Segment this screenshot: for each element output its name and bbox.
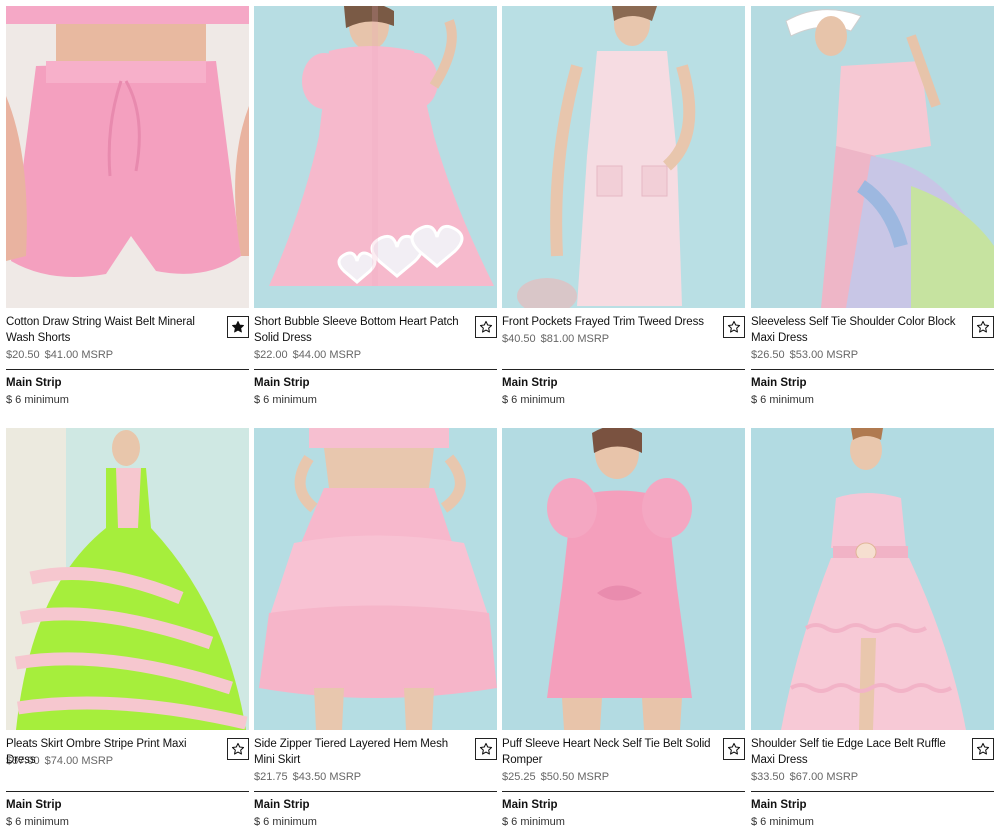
product-title[interactable]: Short Bubble Sleeve Bottom Heart Patch S… [254, 314, 466, 346]
product-title[interactable]: Shoulder Self tie Edge Lace Belt Ruffle … [751, 736, 963, 768]
favorite-button[interactable] [227, 738, 249, 760]
divider [254, 369, 497, 370]
star-outline-icon [479, 742, 493, 755]
product-card[interactable]: Pleats Skirt Ombre Stripe Print Maxi Dre… [6, 428, 249, 829]
product-info: Side Zipper Tiered Layered Hem Mesh Mini… [254, 730, 497, 829]
price-line: $33.50 $67.00 MSRP [751, 770, 994, 784]
vendor-name[interactable]: Main Strip [6, 798, 249, 812]
vendor-minimum: $ 6 minimum [502, 394, 565, 406]
vendor-name[interactable]: Main Strip [502, 376, 745, 390]
divider [502, 791, 745, 792]
stripe-maxi-photo[interactable] [6, 428, 249, 730]
msrp-price: $50.50 MSRP [540, 771, 610, 783]
pink-heart-dress-photo[interactable] [254, 6, 497, 308]
star-outline-icon [976, 742, 990, 755]
price-line: $25.25 $50.50 MSRP [502, 770, 745, 784]
favorite-button[interactable] [475, 738, 497, 760]
star-filled-icon [232, 321, 244, 333]
product-card[interactable]: Front Pockets Frayed Trim Tweed Dress $4… [502, 6, 745, 407]
favorite-button[interactable] [972, 316, 994, 338]
product-grid: Cotton Draw String Waist Belt Mineral Wa… [0, 0, 998, 835]
product-title[interactable]: Pleats Skirt Ombre Stripe Print Maxi Dre… [6, 736, 218, 768]
wholesale-price: $22.00 [254, 349, 288, 361]
star-outline-icon [727, 320, 741, 333]
vendor-minimum: $ 6 minimum [254, 394, 317, 406]
msrp-price: $44.00 MSRP [292, 349, 362, 361]
vendor-minimum: $ 6 minimum [751, 394, 814, 406]
favorite-button[interactable] [723, 738, 745, 760]
price-line: $26.50 $53.00 MSRP [751, 348, 994, 362]
msrp-price: $53.00 MSRP [789, 349, 859, 361]
vendor-name[interactable]: Main Strip [6, 376, 249, 390]
vendor-name[interactable]: Main Strip [254, 376, 497, 390]
product-card[interactable]: Cotton Draw String Waist Belt Mineral Wa… [6, 6, 249, 407]
divider [502, 369, 745, 370]
product-info: Shoulder Self tie Edge Lace Belt Ruffle … [751, 730, 994, 829]
product-info: Short Bubble Sleeve Bottom Heart Patch S… [254, 308, 497, 407]
vendor-name[interactable]: Main Strip [254, 798, 497, 812]
product-info: Cotton Draw String Waist Belt Mineral Wa… [6, 308, 249, 407]
star-outline-icon [231, 742, 245, 755]
tulle-skirt-photo[interactable] [254, 428, 497, 730]
price-line: $21.75 $43.50 MSRP [254, 770, 497, 784]
vendor-minimum: $ 6 minimum [6, 816, 69, 828]
color-block-maxi-photo[interactable] [751, 6, 994, 308]
vendor-minimum: $ 6 minimum [751, 816, 814, 828]
product-title[interactable]: Front Pockets Frayed Trim Tweed Dress [502, 314, 714, 330]
product-card[interactable]: Short Bubble Sleeve Bottom Heart Patch S… [254, 6, 497, 407]
wholesale-price: $26.50 [751, 349, 785, 361]
favorite-button[interactable] [227, 316, 249, 338]
product-title[interactable]: Cotton Draw String Waist Belt Mineral Wa… [6, 314, 218, 346]
vendor-minimum: $ 6 minimum [502, 816, 565, 828]
vendor-name[interactable]: Main Strip [751, 798, 994, 812]
divider [6, 369, 249, 370]
product-title[interactable]: Side Zipper Tiered Layered Hem Mesh Mini… [254, 736, 466, 768]
product-card[interactable]: Side Zipper Tiered Layered Hem Mesh Mini… [254, 428, 497, 829]
star-outline-icon [479, 320, 493, 333]
product-info: Pleats Skirt Ombre Stripe Print Maxi Dre… [6, 730, 249, 829]
vendor-minimum: $ 6 minimum [6, 394, 69, 406]
product-info: Sleeveless Self Tie Shoulder Color Block… [751, 308, 994, 407]
divider [751, 369, 994, 370]
divider [751, 791, 994, 792]
favorite-button[interactable] [972, 738, 994, 760]
product-card[interactable]: Shoulder Self tie Edge Lace Belt Ruffle … [751, 428, 994, 829]
price-line: $22.00 $44.00 MSRP [254, 348, 497, 362]
tweed-dress-photo[interactable] [502, 6, 745, 308]
wholesale-price: $33.50 [751, 771, 785, 783]
wholesale-price: $21.75 [254, 771, 288, 783]
vendor-name[interactable]: Main Strip [502, 798, 745, 812]
product-card[interactable]: Sleeveless Self Tie Shoulder Color Block… [751, 6, 994, 407]
star-outline-icon [976, 320, 990, 333]
favorite-button[interactable] [723, 316, 745, 338]
product-title[interactable]: Puff Sleeve Heart Neck Self Tie Belt Sol… [502, 736, 714, 768]
product-card[interactable]: Puff Sleeve Heart Neck Self Tie Belt Sol… [502, 428, 745, 829]
wholesale-price: $20.50 [6, 349, 40, 361]
vendor-name[interactable]: Main Strip [751, 376, 994, 390]
msrp-price: $67.00 MSRP [789, 771, 859, 783]
favorite-button[interactable] [475, 316, 497, 338]
wholesale-price: $25.25 [502, 771, 536, 783]
divider [6, 791, 249, 792]
price-line: $20.50 $41.00 MSRP [6, 348, 249, 362]
ruffle-maxi-photo[interactable] [751, 428, 994, 730]
pink-romper-photo[interactable] [502, 428, 745, 730]
divider [254, 791, 497, 792]
product-info: Puff Sleeve Heart Neck Self Tie Belt Sol… [502, 730, 745, 829]
product-title[interactable]: Sleeveless Self Tie Shoulder Color Block… [751, 314, 963, 346]
star-outline-icon [727, 742, 741, 755]
msrp-price: $43.50 MSRP [292, 771, 362, 783]
product-info: Front Pockets Frayed Trim Tweed Dress $4… [502, 308, 745, 407]
vendor-minimum: $ 6 minimum [254, 816, 317, 828]
msrp-price: $41.00 MSRP [44, 349, 114, 361]
pink-shorts-photo[interactable] [6, 6, 249, 308]
